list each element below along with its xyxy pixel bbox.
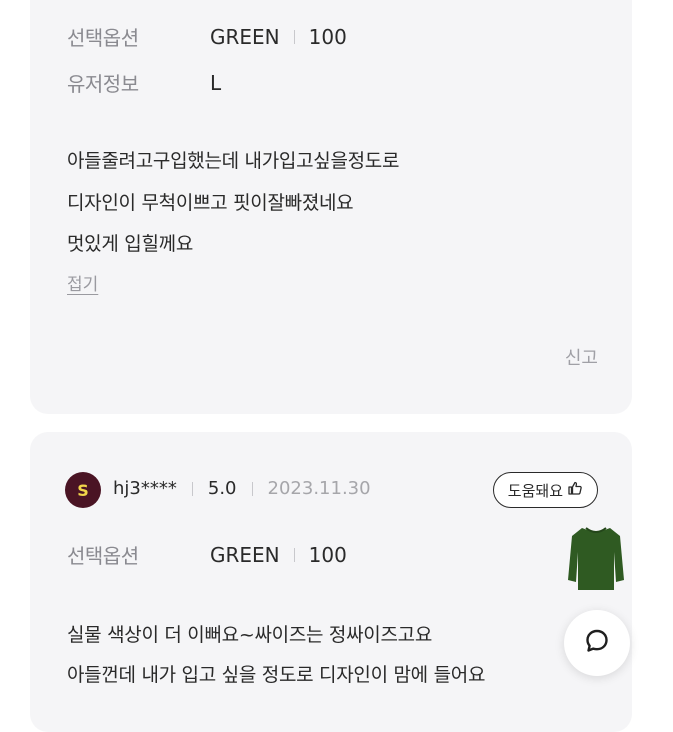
thumbs-up-icon <box>567 480 583 500</box>
option-color: GREEN <box>210 24 280 49</box>
report-link[interactable]: 신고 <box>565 344 598 370</box>
fold-link[interactable]: 접기 <box>67 270 98 295</box>
option-size: 100 <box>308 542 347 567</box>
option-label: 선택옵션 <box>67 544 139 568</box>
userinfo-label: 유저정보 <box>67 72 139 96</box>
review-meta: hj3**** 5.0 2023.11.30 <box>113 478 371 499</box>
helpful-button[interactable]: 도움돼요 <box>492 472 598 508</box>
review-text-line: 아들껀데 내가 입고 싶을 정도로 디자인이 맘에 들어요 <box>67 664 486 686</box>
option-size: 100 <box>308 24 347 49</box>
userinfo-row: 유저정보 L <box>67 68 221 97</box>
chat-bubble-icon <box>583 627 611 659</box>
userinfo-value: L <box>210 70 222 95</box>
option-color: GREEN <box>210 542 280 567</box>
option-row: 선택옵션 GREEN 100 <box>67 22 347 51</box>
rating-score: 5.0 <box>207 478 237 499</box>
review-text-line: 멋있게 입힐께요 <box>67 233 194 255</box>
username: hj3**** <box>113 478 177 499</box>
divider <box>293 29 295 44</box>
avatar-letter: S <box>77 480 89 500</box>
review-card-1: 선택옵션 GREEN 100 유저정보 L 아들줄려고구입했는데 내가입고싶을정… <box>30 0 632 414</box>
review-date: 2023.11.30 <box>267 478 371 499</box>
helpful-label: 도움돼요 <box>507 481 563 500</box>
chat-button[interactable] <box>564 610 630 676</box>
divider <box>293 547 295 562</box>
review-text-line: 디자인이 무척이쁘고 핏이잘빠졌네요 <box>67 192 354 214</box>
divider <box>251 481 253 496</box>
review-photo-thumbnail[interactable] <box>568 522 624 592</box>
review-text-line: 아들줄려고구입했는데 내가입고싶을정도로 <box>67 150 400 172</box>
review-card-2: S hj3**** 5.0 2023.11.30 도움돼요 선택옵션 GREEN… <box>30 432 632 732</box>
review-text-line: 실물 색상이 더 이뻐요~싸이즈는 정싸이즈고요 <box>67 624 432 646</box>
option-label: 선택옵션 <box>67 26 139 50</box>
divider <box>191 481 193 496</box>
avatar: S <box>65 472 101 508</box>
option-row: 선택옵션 GREEN 100 <box>67 540 347 569</box>
